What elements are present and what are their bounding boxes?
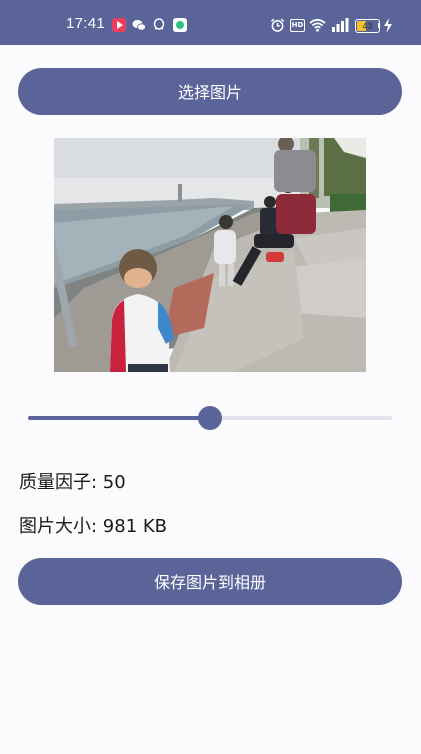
photo-content [54,138,366,372]
slider-active-track [28,416,210,420]
signal-icon [332,18,349,32]
wifi-icon [309,18,326,32]
charging-icon [384,18,392,33]
status-time: 17:41 [66,15,106,32]
save-to-album-button[interactable]: 保存图片到相册 [18,558,402,605]
video-app-icon [112,18,126,32]
battery-icon: 43 [355,19,380,33]
status-bar: 17:41 HD 43 [0,0,421,45]
wechat-icon [132,20,146,31]
quality-factor-label: 质量因子: 50 [19,472,126,493]
battery-level-text: 43 [362,21,373,31]
hd-icon: HD [290,19,305,32]
select-image-button[interactable]: 选择图片 [18,68,402,115]
slider-thumb[interactable] [198,406,222,430]
green-app-icon [173,18,187,32]
alarm-icon [270,18,285,32]
quality-slider[interactable] [28,404,392,432]
image-size-label: 图片大小: 981 KB [19,516,168,537]
qq-icon [153,18,165,30]
battery-tip [378,23,380,28]
selected-image-preview [54,138,366,372]
